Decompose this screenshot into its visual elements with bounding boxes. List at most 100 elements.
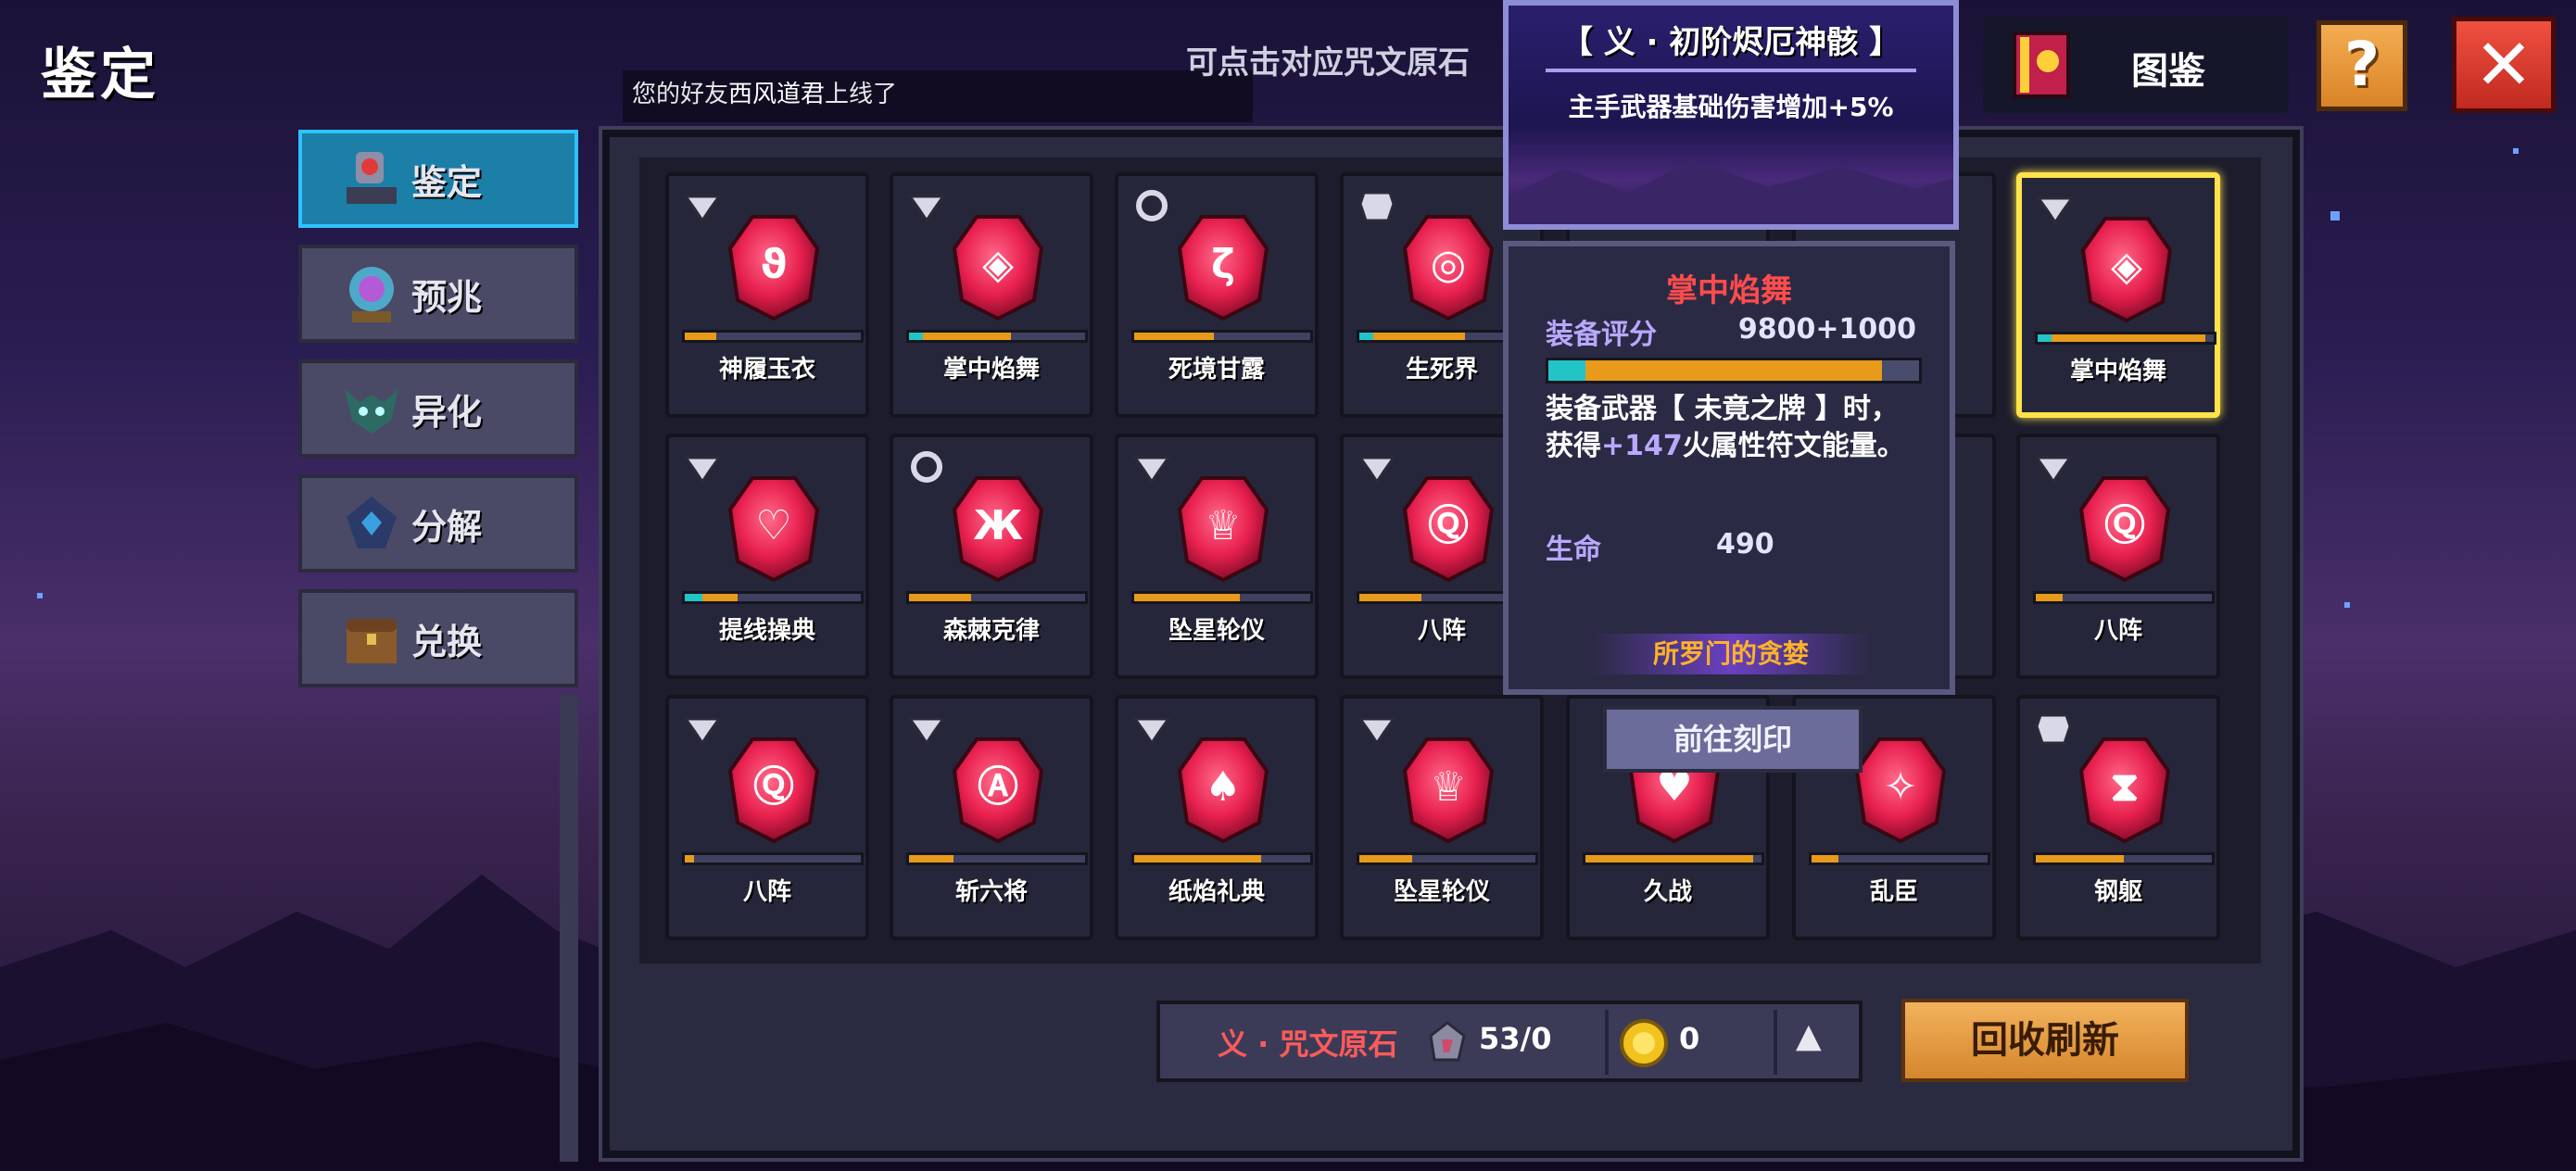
rune-cell[interactable]: Ⓠ 八阵	[2016, 434, 2220, 679]
progress-fill	[2036, 855, 2124, 863]
coin-count: 0	[1679, 1021, 1700, 1056]
svg-text:ϑ: ϑ	[760, 241, 787, 288]
progress-teal	[2038, 334, 2052, 342]
expand-up-icon[interactable]: ▲	[1796, 1017, 1822, 1055]
rune-gem-icon: ⧗	[2076, 734, 2174, 847]
book-icon	[2013, 31, 2070, 98]
rune-cell[interactable]: ϑ 神履玉衣	[665, 172, 869, 418]
score-bar-fill	[1548, 360, 1882, 381]
svg-text:♠: ♠	[1205, 763, 1241, 811]
desc-value: +147	[1601, 430, 1683, 462]
svg-text:♕: ♕	[1205, 502, 1241, 549]
star	[37, 593, 43, 598]
star	[2513, 148, 2519, 154]
progress-teal	[909, 333, 924, 340]
item-description: 装备武器【 未竟之牌 】时， 获得+147火属性符文能量。	[1546, 391, 1905, 465]
recycle-refresh-button[interactable]: 回收刷新	[1901, 999, 2189, 1082]
progress-bar	[1131, 591, 1313, 604]
tab-decompose[interactable]: 分解	[298, 474, 578, 573]
rune-cell[interactable]: Ⓠ 八阵	[665, 695, 869, 940]
progress-bar	[682, 852, 864, 865]
tab-label: 异化	[411, 391, 483, 433]
svg-text:◈: ◈	[982, 241, 1014, 288]
tab-omen[interactable]: 预兆	[298, 245, 578, 343]
progress-fill	[2036, 594, 2063, 601]
progress-bar	[1131, 852, 1313, 865]
friend-online-notice: 您的好友西风道君上线了	[623, 70, 1253, 122]
rune-gem-icon: ◈	[949, 211, 1047, 324]
help-button[interactable]: ?	[2317, 20, 2407, 111]
svg-text:Ⓠ: Ⓠ	[753, 763, 794, 811]
rune-cell[interactable]: ♡ 提线操典	[665, 434, 869, 679]
rune-gem-icon: ♠	[1174, 734, 1272, 847]
sword-icon	[906, 187, 947, 224]
rune-name: 掌中焰舞	[942, 356, 1040, 384]
coin-icon	[1620, 1019, 1668, 1067]
tab-mutate[interactable]: 异化	[298, 359, 578, 458]
ring-icon	[1131, 187, 1172, 224]
rune-cell[interactable]: ♠ 纸焰礼典	[1115, 695, 1319, 940]
tab-appraise[interactable]: 鉴定	[298, 130, 578, 228]
title-divider	[1546, 69, 1916, 72]
item-name: 掌中焰舞	[1666, 272, 1792, 309]
rune-name: 神履玉衣	[718, 356, 815, 384]
sword-icon	[682, 187, 723, 224]
hills-decoration	[1509, 159, 1953, 224]
rune-name: 钢躯	[2093, 878, 2142, 906]
tab-label: 分解	[411, 506, 483, 548]
armor-icon	[2033, 710, 2074, 747]
ring-icon	[906, 448, 947, 485]
rune-cell[interactable]: ⧗ 钢躯	[2016, 695, 2220, 940]
divider	[1774, 1010, 1777, 1075]
svg-text:✧: ✧	[1884, 763, 1918, 811]
progress-fill	[1134, 333, 1214, 340]
progress-fill	[1134, 594, 1240, 601]
progress-bar	[1809, 852, 1990, 865]
score-value: 9800+1000	[1737, 313, 1916, 346]
codex-label: 图鉴	[2131, 50, 2205, 93]
rune-cell[interactable]: Ж 森棘克律	[890, 434, 1093, 679]
close-button[interactable]: ✕	[2452, 17, 2556, 113]
score-bar-teal	[1548, 360, 1585, 381]
progress-fill	[909, 594, 971, 601]
progress-teal	[685, 594, 702, 601]
set-name-banner[interactable]: 所罗门的贪婪	[1592, 634, 1870, 674]
tab-label: 兑换	[411, 621, 483, 662]
set-effect: 主手武器基础伤害增加+5%	[1568, 92, 1894, 122]
currency-name: 义 · 咒文原石	[1218, 1026, 1398, 1062]
scroll-track[interactable]	[560, 695, 578, 1162]
progress-bar	[2033, 591, 2215, 604]
rune-name: 坠星轮仪	[1393, 878, 1490, 906]
sword-icon	[1357, 448, 1397, 485]
rune-cell[interactable]: ♕ 坠星轮仪	[1115, 434, 1319, 679]
rune-cell[interactable]: ♕ 坠星轮仪	[1340, 695, 1544, 940]
svg-text:◎: ◎	[1431, 241, 1466, 288]
desc-prefix: 获得	[1546, 430, 1601, 462]
codex-button[interactable]: 图鉴	[1983, 17, 2289, 113]
rune-cell[interactable]: ζ 死境甘露	[1115, 172, 1319, 418]
rune-gem-icon: ♕	[1174, 472, 1272, 586]
set-name: 所罗门的贪婪	[1652, 638, 1809, 669]
rune-cell[interactable]: ◈ 掌中焰舞	[890, 172, 1093, 418]
divider	[1605, 1010, 1609, 1075]
rune-name: 提线操典	[718, 617, 815, 645]
rune-cell[interactable]: Ⓐ 斩六将	[890, 695, 1093, 940]
rune-name: 八阵	[2093, 617, 2142, 645]
progress-bar	[1583, 852, 1764, 865]
star	[2330, 211, 2340, 220]
progress-fill	[2038, 334, 2205, 342]
go-engrave-button[interactable]: 前往刻印	[1603, 706, 1863, 773]
progress-fill	[685, 333, 717, 340]
decompose-gem-icon	[347, 497, 397, 548]
tab-exchange[interactable]: 兑换	[298, 589, 578, 687]
rune-cell[interactable]: ◈ 掌中焰舞	[2016, 172, 2220, 418]
svg-text:♡: ♡	[755, 502, 791, 549]
question-icon: ?	[2343, 29, 2380, 100]
svg-text:Ж: Ж	[973, 502, 1023, 549]
notice-suffix: 上线了	[825, 81, 898, 108]
rune-name: 森棘克律	[942, 617, 1040, 645]
svg-text:♕: ♕	[1430, 763, 1466, 811]
rune-name: 八阵	[742, 878, 791, 906]
item-detail-tooltip: 掌中焰舞 装备评分 9800+1000 装备武器【 未竟之牌 】时， 获得+14…	[1503, 241, 1955, 695]
progress-fill	[1585, 855, 1753, 863]
